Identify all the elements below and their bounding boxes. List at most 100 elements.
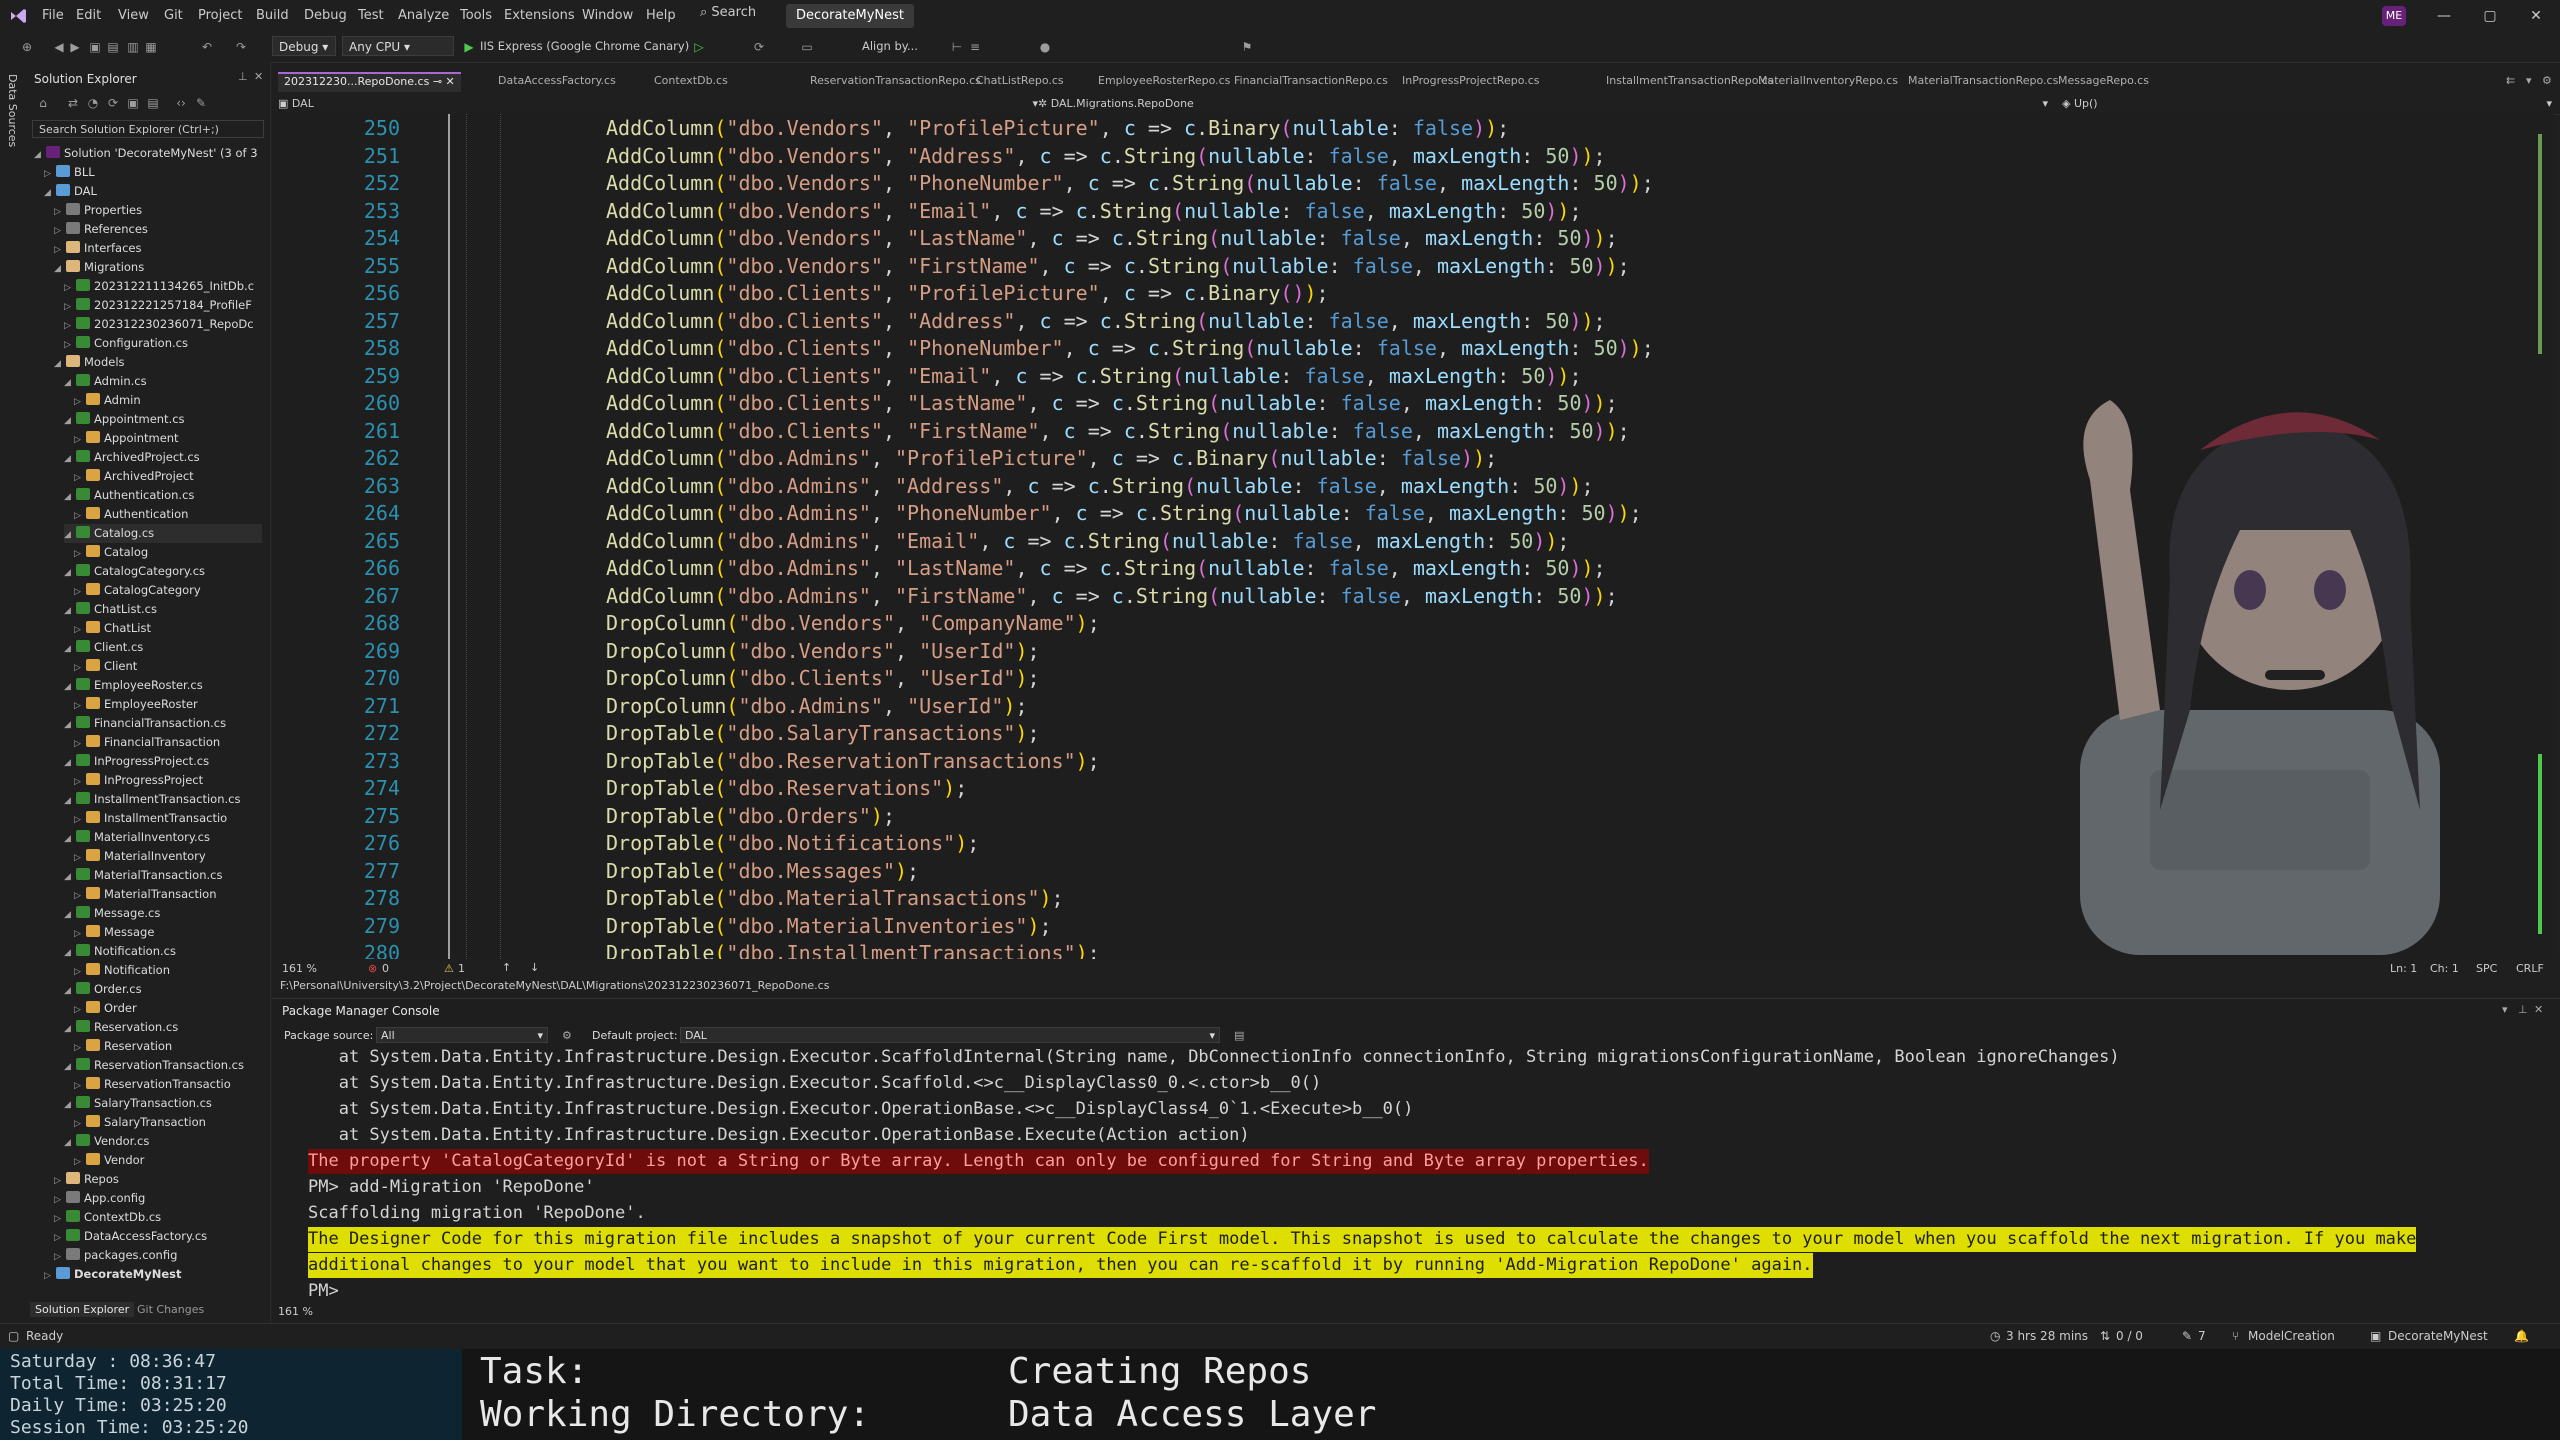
tab-repodone[interactable]: 202312230...RepoDone.cs ⊸ ✕ xyxy=(278,72,461,92)
tree-item[interactable]: ▷ InProgressProject xyxy=(74,771,262,790)
run-target-label[interactable]: IIS Express (Google Chrome Canary) xyxy=(480,39,689,53)
warning-icon[interactable]: ⚠ xyxy=(444,962,454,975)
collapsed-arrow-icon[interactable]: ▷ xyxy=(74,545,86,562)
new-item-icon[interactable]: ⊕ xyxy=(20,40,34,54)
down-arrow-icon[interactable]: ↓ xyxy=(530,961,539,974)
tree-item[interactable]: ◢ SalaryTransaction.cs xyxy=(64,1094,262,1113)
expanded-arrow-icon[interactable]: ◢ xyxy=(64,754,76,771)
bookmark-icon[interactable]: ⚑ xyxy=(1240,40,1254,54)
menu-item-git[interactable]: Git xyxy=(164,8,183,23)
expanded-arrow-icon[interactable]: ◢ xyxy=(64,982,76,999)
error-icon[interactable]: ⊗ xyxy=(368,962,377,975)
menu-item-test[interactable]: Test xyxy=(358,8,384,23)
menu-item-debug[interactable]: Debug xyxy=(304,8,347,23)
line-ending[interactable]: CRLF xyxy=(2516,962,2544,975)
editor-tab[interactable]: ReservationTransactionRepo.cs xyxy=(810,74,981,87)
panel-menu-icon[interactable]: ▾ xyxy=(2502,1003,2508,1016)
tree-item[interactable]: ▷ 202312221257184_ProfileF xyxy=(64,296,262,315)
tree-item[interactable]: ◢ MaterialTransaction.cs xyxy=(64,866,262,885)
zoom-level[interactable]: 161 % xyxy=(282,962,317,975)
expanded-arrow-icon[interactable]: ◢ xyxy=(64,1096,76,1113)
settings-gear-icon[interactable]: ⚙ xyxy=(562,1029,572,1042)
tree-item[interactable]: ◢ FinancialTransaction.cs xyxy=(64,714,262,733)
collapsed-arrow-icon[interactable]: ▷ xyxy=(54,241,66,258)
close-panel-icon[interactable]: ✕ xyxy=(2534,1003,2543,1016)
default-project-dropdown[interactable]: DAL ▾ xyxy=(680,1027,1220,1043)
collapsed-arrow-icon[interactable]: ▷ xyxy=(64,298,76,315)
collapsed-arrow-icon[interactable]: ▷ xyxy=(54,1210,66,1227)
open-icon[interactable]: ▤ xyxy=(106,40,120,54)
collapsed-arrow-icon[interactable]: ▷ xyxy=(74,1115,86,1132)
tree-item[interactable]: ◢ Order.cs xyxy=(64,980,262,999)
data-sources-tab[interactable]: Data Sources xyxy=(6,74,19,147)
collapsed-arrow-icon[interactable]: ▷ xyxy=(54,1191,66,1208)
align-center-icon[interactable]: ≡ xyxy=(968,40,982,54)
code-line[interactable]: 257 AddColumn("dbo.Clients", "Address", c… xyxy=(272,307,2532,335)
tree-item[interactable]: ▷ Order xyxy=(74,999,262,1018)
tree-item[interactable]: ◢ DAL xyxy=(44,182,262,201)
collapsed-arrow-icon[interactable]: ▷ xyxy=(74,811,86,828)
session-time[interactable]: 3 hrs 28 mins xyxy=(2006,1329,2088,1343)
menu-item-help[interactable]: Help xyxy=(646,8,676,23)
editor-tab[interactable]: ChatListRepo.cs xyxy=(976,74,1064,87)
expanded-arrow-icon[interactable]: ◢ xyxy=(54,355,66,372)
tree-item[interactable]: ◢ InProgressProject.cs xyxy=(64,752,262,771)
collapsed-arrow-icon[interactable]: ▷ xyxy=(74,1001,86,1018)
tree-item[interactable]: ▷ ChatList xyxy=(74,619,262,638)
align-by-label[interactable]: Align by... xyxy=(862,39,918,53)
tree-item[interactable]: ▷ Catalog xyxy=(74,543,262,562)
tree-item[interactable]: ◢ Migrations xyxy=(54,258,262,277)
expanded-arrow-icon[interactable]: ◢ xyxy=(64,526,76,543)
pin-icon[interactable]: ⊥ xyxy=(2518,1003,2528,1016)
solution-search-input[interactable]: Search Solution Explorer (Ctrl+;) xyxy=(32,120,264,138)
align-left-icon[interactable]: ⊢ xyxy=(950,40,964,54)
tree-item[interactable]: ◢ ReservationTransaction.cs xyxy=(64,1056,262,1075)
collapsed-arrow-icon[interactable]: ▷ xyxy=(74,507,86,524)
menu-item-project[interactable]: Project xyxy=(198,8,242,23)
code-line[interactable]: 258 AddColumn("dbo.Clients", "PhoneNumber… xyxy=(272,334,2532,362)
tree-item[interactable]: ▷ Appointment xyxy=(74,429,262,448)
tree-item[interactable]: ▷ DecorateMyNest xyxy=(44,1265,262,1284)
console-zoom-level[interactable]: 161 % xyxy=(278,1305,313,1318)
collapsed-arrow-icon[interactable]: ▷ xyxy=(74,659,86,676)
tree-item[interactable]: ◢ InstallmentTransaction.cs xyxy=(64,790,262,809)
tree-item[interactable]: ▷ References xyxy=(54,220,262,239)
tree-item[interactable]: ▷ ReservationTransactio xyxy=(74,1075,262,1094)
collapsed-arrow-icon[interactable]: ▷ xyxy=(74,621,86,638)
collapsed-arrow-icon[interactable]: ▷ xyxy=(74,963,86,980)
save-icon[interactable]: ▥ xyxy=(126,40,140,54)
back-icon[interactable]: ◀ xyxy=(52,40,66,54)
search-box[interactable]: ⌕ Search xyxy=(700,5,756,20)
code-line[interactable]: 255 AddColumn("dbo.Vendors", "FirstName",… xyxy=(272,252,2532,280)
tree-item[interactable]: ◢ Admin.cs xyxy=(64,372,262,391)
pin-icon[interactable]: ⊥ xyxy=(238,70,248,83)
run-without-debug-icon[interactable]: ▷ xyxy=(692,40,706,54)
expanded-arrow-icon[interactable]: ◢ xyxy=(64,792,76,809)
tree-item[interactable]: ◢ Solution 'DecorateMyNest' (3 of 3 p xyxy=(34,144,262,163)
gear-icon[interactable]: ⚙ xyxy=(2542,74,2552,87)
tree-item[interactable]: ▷ 202312211134265_InitDb.c xyxy=(64,277,262,296)
menu-item-analyze[interactable]: Analyze xyxy=(398,8,449,23)
tab-git-changes[interactable]: Git Changes xyxy=(132,1302,209,1317)
tab-solution-explorer[interactable]: Solution Explorer xyxy=(30,1302,135,1317)
editor-tab[interactable]: MessageRepo.cs xyxy=(2058,74,2149,87)
expanded-arrow-icon[interactable]: ◢ xyxy=(64,412,76,429)
editor-tab[interactable]: InstallmentTransactionRepo.cs xyxy=(1606,74,1774,87)
configuration-dropdown[interactable]: Debug ▾ xyxy=(272,36,336,56)
editor-tab[interactable]: ContextDb.cs xyxy=(654,74,728,87)
git-repo[interactable]: DecorateMyNest xyxy=(2388,1329,2488,1343)
collapsed-arrow-icon[interactable]: ▷ xyxy=(74,1077,86,1094)
editor-scrollbar[interactable] xyxy=(2532,114,2554,959)
up-arrow-icon[interactable]: ↑ xyxy=(502,961,511,974)
collapsed-arrow-icon[interactable]: ▷ xyxy=(54,1172,66,1189)
error-count[interactable]: 0 xyxy=(382,962,389,975)
collapsed-arrow-icon[interactable]: ▷ xyxy=(44,1267,56,1284)
collapsed-arrow-icon[interactable]: ▷ xyxy=(74,431,86,448)
code-line[interactable]: 254 AddColumn("dbo.Vendors", "LastName", … xyxy=(272,224,2532,252)
expanded-arrow-icon[interactable]: ◢ xyxy=(64,564,76,581)
tree-item[interactable]: ◢ Authentication.cs xyxy=(64,486,262,505)
expanded-arrow-icon[interactable]: ◢ xyxy=(64,716,76,733)
tree-item[interactable]: ▷ ContextDb.cs xyxy=(54,1208,262,1227)
code-icon[interactable]: ‹› xyxy=(174,96,188,110)
collapse-icon[interactable]: ▣ xyxy=(126,96,140,110)
